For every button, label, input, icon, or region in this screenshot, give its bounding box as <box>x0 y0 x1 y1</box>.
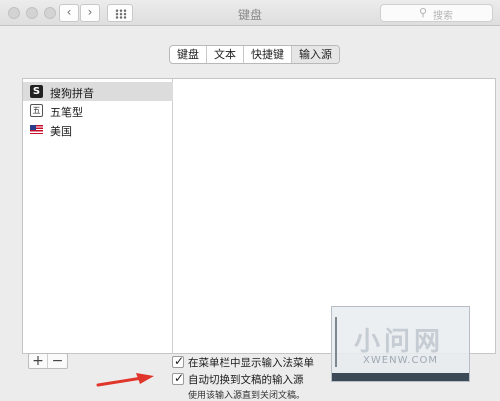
us-flag-icon <box>30 125 43 134</box>
annotation-arrow-icon <box>96 373 154 387</box>
list-item-label: 搜狗拼音 <box>50 87 94 100</box>
list-item-label: 五笔型 <box>50 106 83 119</box>
list-item-label: 美国 <box>50 125 72 138</box>
search-placeholder: 搜索 <box>433 11 453 22</box>
auto-switch-hint: 使用该输入源直到关闭文稿。 <box>188 391 306 401</box>
show-input-menu-checkbox[interactable]: ✓ <box>172 354 185 368</box>
watermark-url: XWENW.COM <box>363 355 438 366</box>
tab-shortcuts[interactable]: 快捷键 <box>244 46 292 63</box>
search-icon: ⚲ <box>419 6 428 19</box>
tab-keyboard[interactable]: 键盘 <box>170 46 207 63</box>
auto-switch-label: 自动切换到文稿的输入源 <box>188 374 304 386</box>
auto-switch-checkbox[interactable]: ✓ <box>172 371 185 385</box>
list-item-wubi[interactable]: 五 五笔型 <box>23 101 173 120</box>
search-field[interactable]: ⚲ 搜索 <box>380 4 493 22</box>
watermark-logo: 小问网 <box>354 327 445 357</box>
list-item-sogou-pinyin[interactable]: S 搜狗拼音 <box>23 82 173 101</box>
list-controls: + − <box>28 353 68 369</box>
sogou-s-icon: S <box>30 85 43 98</box>
wubi-icon: 五 <box>30 104 43 117</box>
remove-input-source-button[interactable]: − <box>48 354 67 368</box>
watermark: 小问网 XWENW.COM <box>331 306 470 382</box>
preference-tabs: 键盘 文本 快捷键 输入源 <box>169 45 340 64</box>
tab-text[interactable]: 文本 <box>207 46 244 63</box>
list-item-us[interactable]: 美国 <box>23 120 173 139</box>
tab-input-sources[interactable]: 输入源 <box>292 46 339 63</box>
add-input-source-button[interactable]: + <box>29 354 48 368</box>
show-input-menu-label: 在菜单栏中显示输入法菜单 <box>188 357 314 369</box>
input-source-list: S 搜狗拼音 五 五笔型 美国 <box>23 79 173 353</box>
title-bar: ‹ › 键盘 ⚲ 搜索 <box>0 0 500 26</box>
checkmark-icon: ✓ <box>174 354 185 368</box>
checkmark-icon: ✓ <box>174 371 185 385</box>
